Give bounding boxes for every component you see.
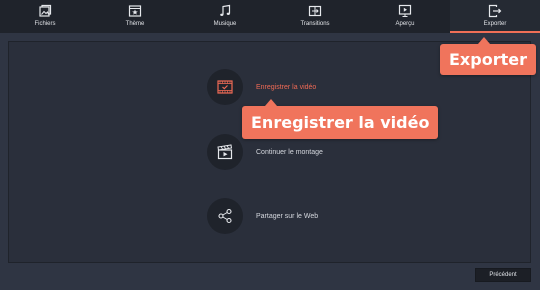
previous-button[interactable]: Précédent xyxy=(475,268,531,282)
tab-transitions[interactable]: Transitions xyxy=(270,0,360,33)
export-icon xyxy=(488,4,502,18)
clapperboard-icon xyxy=(217,144,233,160)
export-callout: Exporter xyxy=(440,37,536,75)
save-video-icon-circle[interactable] xyxy=(207,69,243,105)
save-video-label[interactable]: Enregistrer la vidéo xyxy=(256,84,316,91)
tab-transitions-label: Transitions xyxy=(300,21,330,27)
tab-music[interactable]: Musique xyxy=(180,0,270,33)
share-web-icon-circle[interactable] xyxy=(207,198,243,234)
film-check-icon xyxy=(217,80,233,94)
continue-editing-option[interactable]: Continuer le montage xyxy=(207,134,323,170)
tab-music-label: Musique xyxy=(213,21,237,27)
export-callout-arrow xyxy=(478,37,490,44)
share-web-option[interactable]: Partager sur le Web xyxy=(207,198,318,234)
transitions-icon xyxy=(308,5,322,17)
share-web-label[interactable]: Partager sur le Web xyxy=(256,213,318,220)
tab-theme[interactable]: Thème xyxy=(90,0,180,33)
tab-files-label: Fichiers xyxy=(34,21,56,27)
continue-editing-icon-circle[interactable] xyxy=(207,134,243,170)
save-video-callout-arrow xyxy=(265,99,277,106)
tab-preview[interactable]: Aperçu xyxy=(360,0,450,33)
tab-export-label: Exporter xyxy=(483,21,507,27)
save-video-callout: Enregistrer la vidéo xyxy=(242,99,439,139)
tab-theme-label: Thème xyxy=(125,21,145,27)
save-video-callout-text: Enregistrer la vidéo xyxy=(251,113,430,132)
top-navigation-bar: Fichiers Thème Musique Transitions Aperç… xyxy=(0,0,540,33)
continue-editing-label[interactable]: Continuer le montage xyxy=(256,149,323,156)
export-callout-text: Exporter xyxy=(449,50,527,69)
music-icon xyxy=(220,4,231,16)
preview-icon xyxy=(398,4,412,17)
tab-export[interactable]: Exporter xyxy=(450,0,540,33)
share-icon xyxy=(218,208,232,224)
save-video-option[interactable]: Enregistrer la vidéo xyxy=(207,69,316,105)
files-icon xyxy=(39,4,52,17)
tab-preview-label: Aperçu xyxy=(395,21,415,27)
theme-icon xyxy=(128,5,142,17)
tab-files[interactable]: Fichiers xyxy=(0,0,90,33)
